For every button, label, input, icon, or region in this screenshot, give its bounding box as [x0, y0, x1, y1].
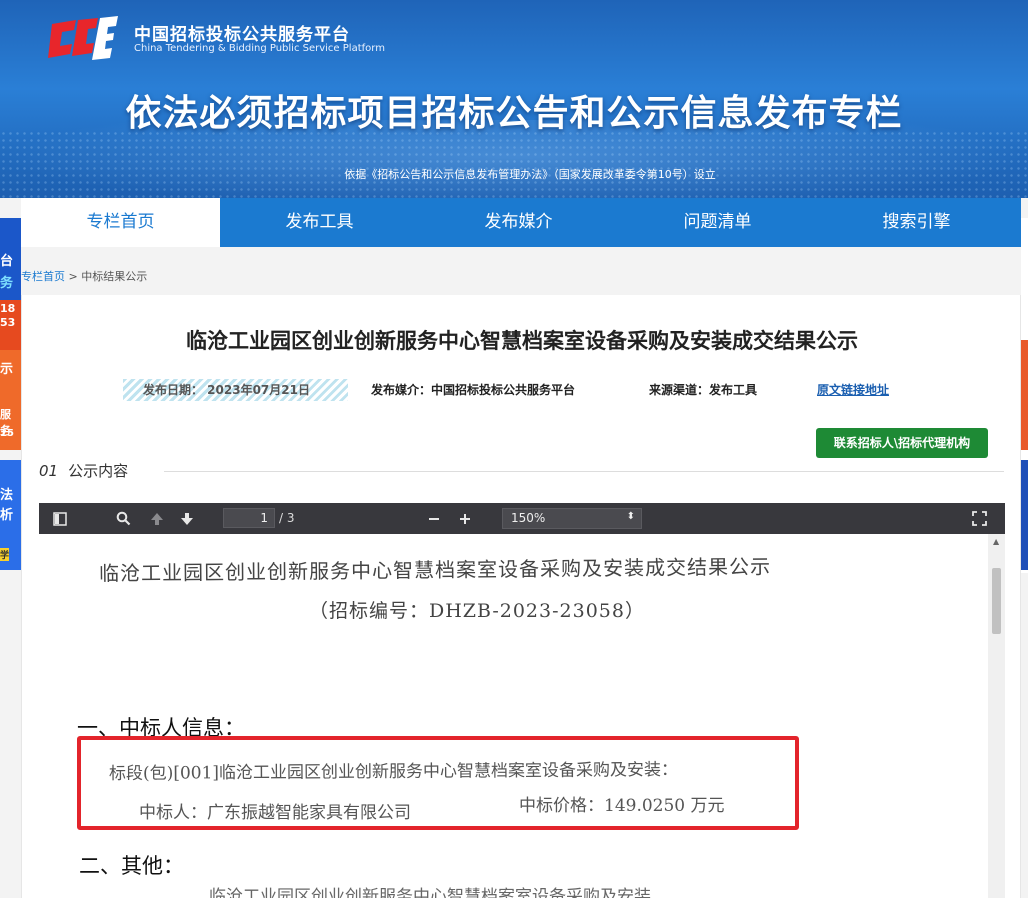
right-side-ad[interactable]	[1021, 218, 1028, 573]
nav-item-home[interactable]: 专栏首页	[21, 198, 220, 247]
logo-english-name: China Tendering & Bidding Public Service…	[134, 43, 385, 54]
publish-source: 来源渠道：发布工具	[649, 383, 758, 397]
article-card: 临沧工业园区创业创新服务中心智慧档案室设备采购及安装成交结果公示 发布日期： 2…	[21, 295, 1021, 898]
page-banner-title: 依法必须招标项目招标公告和公示信息发布专栏	[125, 93, 903, 134]
fullscreen-icon[interactable]	[972, 511, 987, 526]
side-ad-text: 15	[0, 428, 14, 439]
document-tender-code: （招标编号：DHZB-2023-23058）	[309, 600, 645, 622]
platform-logo-icon[interactable]	[48, 16, 120, 60]
pdf-page-view[interactable]: 临沧工业园区创业创新服务中心智慧档案室设备采购及安装成交结果公示 （招标编号：D…	[39, 534, 1005, 898]
nav-item-tools[interactable]: 发布工具	[220, 198, 419, 247]
contact-tenderer-button[interactable]: 联系招标人\招标代理机构	[816, 428, 988, 458]
document-winner: 中标人：广东振越智能家具有限公司	[139, 803, 411, 823]
next-page-icon[interactable]	[179, 511, 195, 527]
section-number: 01	[39, 462, 59, 480]
side-ad-text: 18	[0, 302, 16, 315]
original-link[interactable]: 原文链接地址	[817, 379, 889, 401]
side-ad-text: 53	[0, 316, 16, 329]
banner-pattern	[0, 130, 1028, 198]
side-ad-text: 示	[0, 362, 14, 377]
nav-item-search[interactable]: 搜索引擎	[817, 198, 1016, 247]
left-side-ad[interactable]: 台 务 18 53 示 服务 15 法 析 学	[0, 218, 21, 573]
document-section-other: 二、其他：	[79, 854, 184, 878]
page-root: 中国招标投标公共服务平台 China Tendering & Bidding P…	[0, 0, 1028, 898]
banner-subtitle: 依据《招标公告和公示信息发布管理办法》（国家发展改革委令第10号）设立	[344, 168, 716, 181]
document-lot-line: 标段(包)[001]临沧工业园区创业创新服务中心智慧档案室设备采购及安装：	[108, 760, 679, 784]
breadcrumb: 专栏首页 > 中标结果公示	[21, 268, 147, 284]
zoom-value: 150%	[511, 511, 546, 525]
scroll-up-icon[interactable]: ▲	[993, 537, 999, 546]
section-heading: 01 公示内容	[39, 460, 128, 481]
publish-date: 发布日期： 2023年07月21日	[123, 379, 348, 401]
breadcrumb-home-link[interactable]: 专栏首页	[21, 270, 65, 283]
logo-chinese-name: 中国招标投标公共服务平台	[134, 25, 350, 45]
page-number-input[interactable]: 1	[223, 508, 275, 528]
side-ad-block-4[interactable]: 法 析 学	[0, 460, 21, 570]
nav-item-media[interactable]: 发布媒介	[419, 198, 618, 247]
side-ad-block-2[interactable]: 18 53	[0, 300, 21, 350]
previous-page-icon[interactable]	[149, 511, 165, 527]
side-ad-block-right-1[interactable]	[1021, 340, 1028, 450]
side-ad-text: 学	[0, 548, 10, 561]
breadcrumb-separator: >	[68, 270, 78, 283]
article-title: 临沧工业园区创业创新服务中心智慧档案室设备采购及安装成交结果公示	[186, 329, 858, 353]
nav-item-faq[interactable]: 问题清单	[618, 198, 817, 247]
document-price: 中标价格：149.0250 万元	[519, 796, 725, 816]
scroll-thumb[interactable]	[992, 568, 1001, 634]
document-cutoff-line: 临沧工业园区创业创新服务中心智慧档案室设备采购及安装	[209, 887, 651, 898]
header-banner: 中国招标投标公共服务平台 China Tendering & Bidding P…	[0, 0, 1028, 198]
zoom-out-icon[interactable]	[428, 513, 440, 525]
side-ad-block-3[interactable]: 示 服务 15	[0, 350, 21, 450]
pdf-scrollbar[interactable]: ▲	[988, 534, 1005, 898]
side-ad-text: 台	[0, 254, 14, 269]
search-icon[interactable]	[116, 511, 131, 526]
side-ad-text: 析	[0, 508, 14, 523]
sidebar-toggle-icon[interactable]	[53, 512, 67, 526]
breadcrumb-current: 中标结果公示	[81, 270, 148, 283]
side-ad-text: 法	[0, 488, 14, 503]
document-title: 临沧工业园区创业创新服务中心智慧档案室设备采购及安装成交结果公示	[98, 554, 772, 586]
zoom-in-icon[interactable]	[459, 513, 471, 525]
page-total: / 3	[279, 511, 295, 525]
side-ad-block-right-2[interactable]	[1021, 460, 1028, 570]
side-ad-block-1[interactable]: 台 务	[0, 218, 21, 300]
section-divider	[164, 471, 1004, 472]
side-ad-text: 务	[0, 276, 14, 291]
main-nav: 专栏首页 发布工具 发布媒介 问题清单 搜索引擎	[21, 198, 1021, 247]
zoom-select[interactable]: 150% ⬍	[502, 508, 642, 529]
publish-media: 发布媒介：中国招标投标公共服务平台	[371, 383, 576, 397]
pdf-toolbar: 1 / 3 150% ⬍	[39, 503, 1005, 534]
chevron-updown-icon: ⬍	[626, 511, 635, 522]
section-label: 公示内容	[68, 462, 129, 480]
